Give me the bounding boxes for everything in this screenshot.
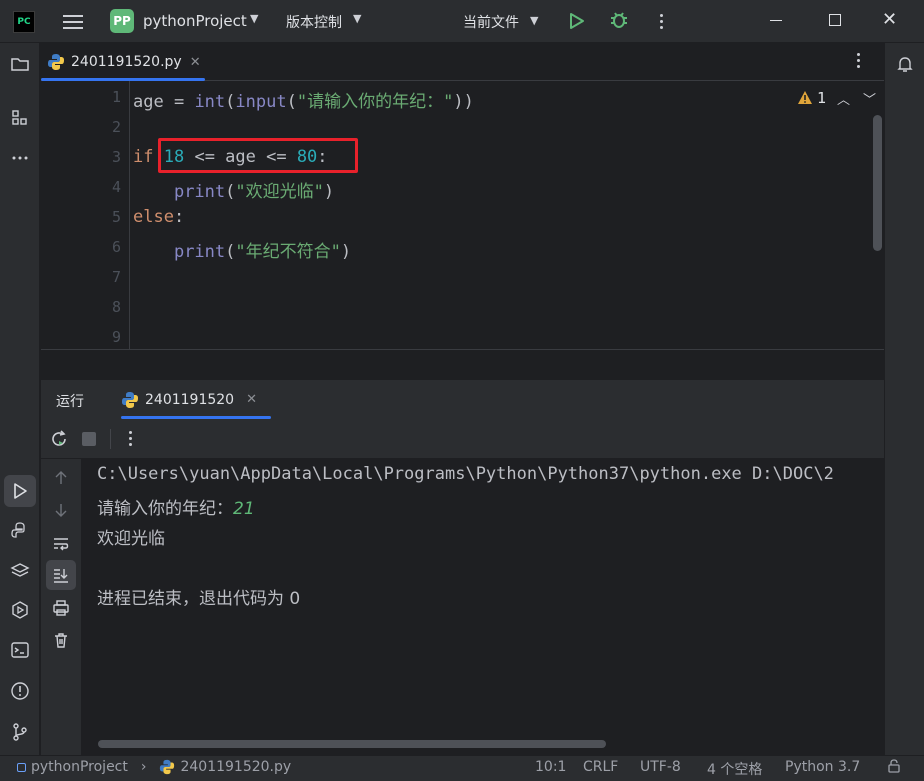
line-number: 3 <box>111 148 121 166</box>
console-line-prompt: 请输入你的年纪：21 <box>97 499 255 519</box>
main-menu-icon[interactable] <box>61 10 85 34</box>
tab-editor-file[interactable]: 2401191520.py ✕ <box>41 43 206 81</box>
line-number: 6 <box>111 238 121 256</box>
toolbar-separator <box>110 429 111 449</box>
code-line-6: print("年纪不符合") <box>173 242 352 262</box>
line-number-gutter: 1 2 3 4 5 6 7 8 9 <box>41 81 130 349</box>
run-tool-icon[interactable] <box>9 480 31 502</box>
python-console-icon[interactable] <box>9 520 31 542</box>
run-icon[interactable] <box>566 10 588 32</box>
run-config-dropdown[interactable]: 当前文件 <box>463 12 519 32</box>
code-line-4: print("欢迎光临") <box>173 182 335 202</box>
run-panel-header: 运行 2401191520 ✕ <box>41 380 884 419</box>
project-folder-icon[interactable] <box>9 53 31 75</box>
lock-icon[interactable] <box>887 759 901 773</box>
more-actions-icon[interactable] <box>655 9 667 33</box>
console-output[interactable]: C:\Users\yuan\AppData\Local\Programs\Pyt… <box>81 459 884 755</box>
scroll-to-end-icon[interactable] <box>50 564 72 586</box>
breadcrumb-file[interactable]: 2401191520.py <box>180 759 291 775</box>
arrow-up-icon[interactable] <box>50 467 72 489</box>
line-number: 5 <box>111 208 121 226</box>
breadcrumb-project[interactable]: pythonProject <box>31 759 128 775</box>
stop-icon[interactable] <box>82 432 96 446</box>
panel-splitter[interactable] <box>41 349 884 380</box>
editor-tab-bar: 2401191520.py ✕ <box>41 43 884 81</box>
debug-icon[interactable] <box>608 9 630 31</box>
line-number: 8 <box>111 298 121 316</box>
editor-scrollbar[interactable] <box>873 115 882 251</box>
more-tools-icon[interactable] <box>9 147 31 169</box>
structure-icon[interactable] <box>9 107 31 129</box>
run-toolbar <box>41 419 884 459</box>
chevron-right-icon: › <box>140 759 147 775</box>
problems-icon[interactable] <box>9 680 31 702</box>
line-number: 2 <box>111 118 121 136</box>
warning-indicator[interactable]: 1 <box>797 89 826 107</box>
run-side-toolbar <box>41 459 81 755</box>
soft-wrap-icon[interactable] <box>50 533 72 555</box>
highlight-annotation-box <box>158 138 358 173</box>
status-bar: pythonProject › 2401191520.py 10:1 CRLF … <box>0 755 924 781</box>
code-line-5: else: <box>133 207 185 227</box>
indent-setting[interactable]: 4 个空格 <box>707 759 762 779</box>
breadcrumb: pythonProject › 2401191520.py <box>17 759 291 775</box>
console-user-input: 21 <box>233 499 255 519</box>
right-tool-strip <box>884 43 924 755</box>
python-file-icon <box>48 54 64 70</box>
code-editor[interactable]: 1 2 3 4 5 6 7 8 9 age = int(input("请输入你的… <box>41 81 884 349</box>
tab-more-icon[interactable] <box>857 53 860 68</box>
caret-position[interactable]: 10:1 <box>535 759 566 775</box>
tab-run-config[interactable]: 2401191520 ✕ <box>121 380 273 419</box>
notifications-icon[interactable] <box>894 53 916 75</box>
python-icon <box>122 391 138 408</box>
print-icon[interactable] <box>50 597 72 619</box>
close-button[interactable]: ✕ <box>882 9 897 30</box>
title-bar: PC PP pythonProject ▼ 版本控制 ▼ 当前文件 ▼ ✕ <box>0 0 924 43</box>
chevron-down-icon[interactable]: ﹀ <box>863 89 876 108</box>
close-run-tab-icon[interactable]: ✕ <box>246 392 257 407</box>
line-number: 9 <box>111 328 121 346</box>
arrow-down-icon[interactable] <box>50 499 72 521</box>
line-number: 1 <box>111 88 121 106</box>
console-line-exit: 进程已结束，退出代码为 0 <box>97 589 301 609</box>
console-line-output: 欢迎光临 <box>97 529 165 549</box>
terminal-icon[interactable] <box>9 639 31 661</box>
run-panel-title: 运行 <box>56 394 84 410</box>
tab-label: 2401191520.py <box>71 54 182 70</box>
maximize-button[interactable] <box>829 14 841 26</box>
left-tool-strip <box>0 43 40 755</box>
module-icon <box>17 762 26 772</box>
chevron-down-icon[interactable]: ▼ <box>353 12 361 25</box>
trash-icon[interactable] <box>50 629 72 651</box>
chevron-down-icon[interactable]: ▼ <box>530 14 538 27</box>
project-name-dropdown[interactable]: pythonProject <box>143 12 247 30</box>
chevron-down-icon[interactable]: ▼ <box>250 12 258 25</box>
pycharm-logo: PC <box>13 11 35 33</box>
rerun-icon[interactable] <box>49 429 69 453</box>
close-tab-icon[interactable]: ✕ <box>190 55 201 70</box>
services-icon[interactable] <box>9 599 31 621</box>
python-packages-icon[interactable] <box>9 560 31 582</box>
python-interpreter[interactable]: Python 3.7 <box>785 759 860 775</box>
console-line-command: C:\Users\yuan\AppData\Local\Programs\Pyt… <box>97 464 834 484</box>
file-encoding[interactable]: UTF-8 <box>640 759 681 775</box>
line-number: 4 <box>111 178 121 196</box>
warning-count: 1 <box>817 89 827 107</box>
line-number: 7 <box>111 268 121 286</box>
run-more-icon[interactable] <box>129 431 132 446</box>
console-horizontal-scrollbar[interactable] <box>98 740 606 748</box>
chevron-up-icon[interactable]: ︿ <box>837 89 850 108</box>
vcs-dropdown[interactable]: 版本控制 <box>286 12 342 32</box>
git-icon[interactable] <box>9 721 31 743</box>
project-badge[interactable]: PP <box>110 9 134 33</box>
run-tab-label: 2401191520 <box>145 391 235 408</box>
python-file-icon <box>160 759 175 775</box>
line-separator[interactable]: CRLF <box>583 759 618 775</box>
code-line-1: age = int(input("请输入你的年纪：")) <box>133 92 474 112</box>
minimize-button[interactable] <box>770 20 782 21</box>
warning-icon <box>798 91 812 104</box>
